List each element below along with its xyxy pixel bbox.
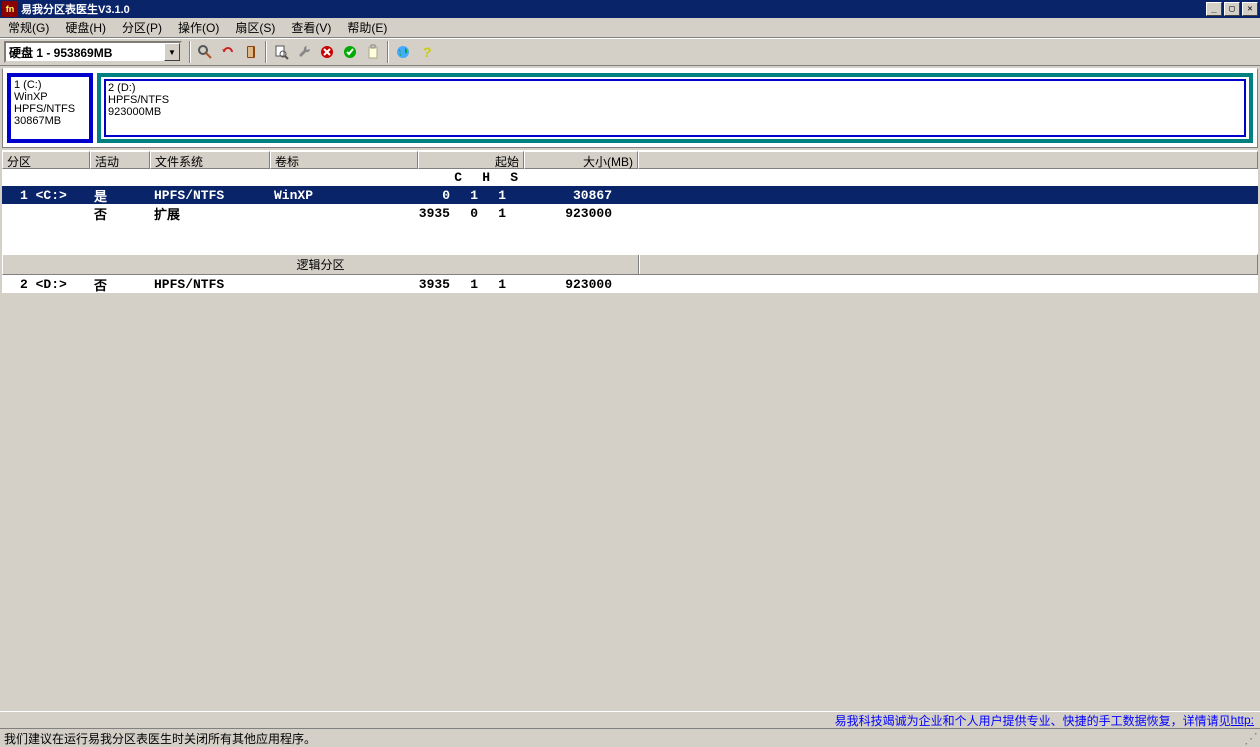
part-d-fs: HPFS/NTFS [108, 94, 1242, 106]
status-link[interactable]: http: [1231, 713, 1254, 727]
toolbar-separator [189, 41, 191, 63]
search-icon[interactable] [194, 41, 216, 63]
menu-help[interactable]: 帮助(E) [343, 17, 391, 38]
part-d-id: 2 (D:) [108, 82, 1242, 94]
col-start[interactable]: 起始 [418, 151, 524, 169]
undo-icon[interactable] [217, 41, 239, 63]
sub-s: S [490, 170, 518, 185]
disk-selector-text: 硬盘 1 - 953869MB [6, 43, 164, 61]
table-header: 分区 活动 文件系统 卷标 起始 大小(MB) [2, 150, 1258, 169]
resize-grip-icon[interactable]: ⋰ [1244, 730, 1256, 747]
table-row[interactable]: 1 <C:> 是 HPFS/NTFS WinXP 0 1 1 30867 [2, 186, 1258, 204]
part-c-label: WinXP [14, 91, 86, 103]
part-c-id: 1 (C:) [14, 79, 86, 91]
partition-block-d[interactable]: 2 (D:) HPFS/NTFS 923000MB [97, 73, 1253, 143]
part-c-size: 30867MB [14, 115, 86, 127]
footer-bar: 我们建议在运行易我分区表医生时关闭所有其他应用程序。 ⋰ [0, 729, 1260, 747]
menu-general[interactable]: 常规(G) [4, 17, 53, 38]
toolbar-separator [265, 41, 267, 63]
clipboard-icon[interactable] [362, 41, 384, 63]
titlebar: fn 易我分区表医生V3.1.0 _ ▢ ✕ [0, 0, 1260, 18]
menu-disk[interactable]: 硬盘(H) [61, 17, 110, 38]
sub-c: C [418, 170, 462, 185]
status-text: 易我科技竭诚为企业和个人用户提供专业、快捷的手工数据恢复，详情请见 [835, 712, 1231, 729]
menu-view[interactable]: 查看(V) [287, 17, 335, 38]
table-row[interactable]: 2 <D:> 否 HPFS/NTFS 3935 1 1 923000 [2, 275, 1258, 293]
footer-text: 我们建议在运行易我分区表医生时关闭所有其他应用程序。 [4, 730, 316, 747]
col-filler [638, 151, 1258, 169]
chevron-down-icon[interactable]: ▼ [164, 43, 180, 61]
status-bar: 易我科技竭诚为企业和个人用户提供专业、快捷的手工数据恢复，详情请见 http: [0, 711, 1260, 729]
col-active[interactable]: 活动 [90, 151, 150, 169]
app-icon: fn [2, 1, 18, 17]
part-c-fs: HPFS/NTFS [14, 103, 86, 115]
maximize-button[interactable]: ▢ [1224, 2, 1240, 16]
toolbar: 硬盘 1 - 953869MB ▼ ? [0, 38, 1260, 66]
col-filesystem[interactable]: 文件系统 [150, 151, 270, 169]
table-row[interactable]: 否 扩展 3935 0 1 923000 [2, 204, 1258, 222]
chs-subheader: C H S [2, 169, 1258, 186]
partition-block-c[interactable]: 1 (C:) WinXP HPFS/NTFS 30867MB [7, 73, 93, 143]
logical-section-header: 逻辑分区 [2, 254, 1258, 275]
part-d-size: 923000MB [108, 106, 1242, 118]
svg-text:?: ? [423, 44, 432, 60]
globe-icon[interactable] [392, 41, 414, 63]
wrench-icon[interactable] [293, 41, 315, 63]
doc-search-icon[interactable] [270, 41, 292, 63]
col-size[interactable]: 大小(MB) [524, 151, 638, 169]
disk-map: 1 (C:) WinXP HPFS/NTFS 30867MB 2 (D:) HP… [2, 68, 1258, 148]
help-icon[interactable]: ? [415, 41, 437, 63]
menubar: 常规(G) 硬盘(H) 分区(P) 操作(O) 扇区(S) 查看(V) 帮助(E… [0, 18, 1260, 38]
window-title: 易我分区表医生V3.1.0 [21, 1, 1204, 17]
book-icon[interactable] [240, 41, 262, 63]
menu-operation[interactable]: 操作(O) [174, 17, 223, 38]
col-label[interactable]: 卷标 [270, 151, 418, 169]
menu-partition[interactable]: 分区(P) [118, 17, 166, 38]
partition-table: 分区 活动 文件系统 卷标 起始 大小(MB) C H S 1 <C:> 是 H… [2, 150, 1258, 293]
disk-selector[interactable]: 硬盘 1 - 953869MB ▼ [4, 41, 182, 63]
menu-sector[interactable]: 扇区(S) [231, 17, 279, 38]
sub-h: H [462, 170, 490, 185]
col-partition[interactable]: 分区 [2, 151, 90, 169]
close-button[interactable]: ✕ [1242, 2, 1258, 16]
logical-label: 逻辑分区 [3, 255, 639, 274]
toolbar-separator [387, 41, 389, 63]
check-icon[interactable] [339, 41, 361, 63]
minimize-button[interactable]: _ [1206, 2, 1222, 16]
delete-icon[interactable] [316, 41, 338, 63]
